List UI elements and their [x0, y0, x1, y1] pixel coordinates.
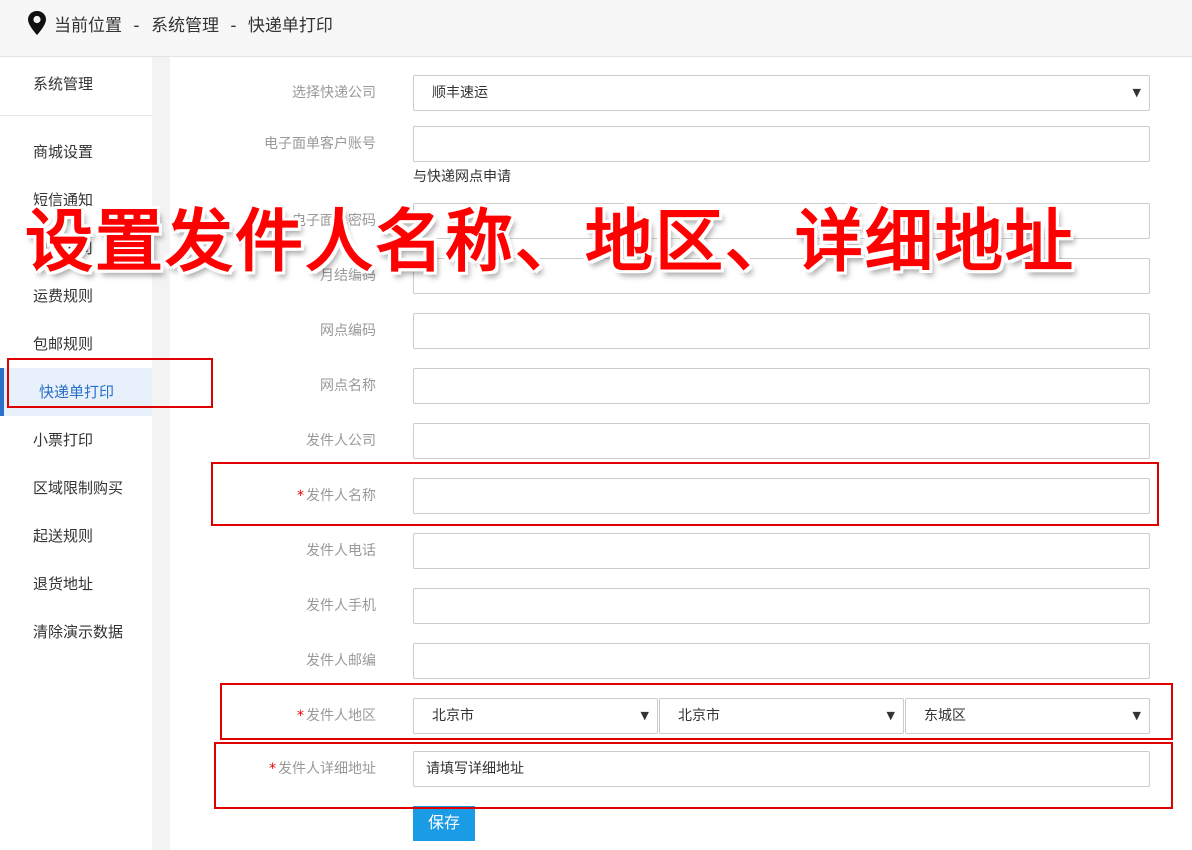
branch-name-input[interactable] — [413, 368, 1150, 404]
sender-phone-input[interactable] — [413, 533, 1150, 569]
sender-company-input[interactable] — [413, 423, 1150, 459]
highlight-box-sender-region — [220, 683, 1173, 740]
breadcrumb-prefix: 当前位置 — [54, 16, 122, 36]
sidebar-item-shop-settings[interactable]: 商城设置 — [0, 128, 152, 176]
sidebar-header: 系统管理 — [0, 57, 152, 116]
highlight-box-sender-name — [211, 462, 1159, 526]
sidebar-item-min-delivery[interactable]: 起送规则 — [0, 512, 152, 560]
sidebar: 系统管理 商城设置 短信通知 物流公司 运费规则 包邮规则 快递单打印 小票打印… — [0, 57, 152, 850]
sender-mobile-label: 发件人手机 — [306, 598, 376, 614]
breadcrumb-separator: - — [133, 16, 140, 36]
branch-code-label: 网点编码 — [320, 323, 376, 339]
breadcrumb-current: 快递单打印 — [247, 16, 333, 36]
sender-zip-input[interactable] — [413, 643, 1150, 679]
highlight-box-sender-address — [214, 742, 1173, 809]
map-pin-icon — [28, 11, 46, 35]
highlight-box-nav — [7, 358, 213, 408]
breadcrumb-separator: - — [230, 16, 237, 36]
sidebar-item-receipt-print[interactable]: 小票打印 — [0, 416, 152, 464]
sender-zip-label: 发件人邮编 — [306, 653, 376, 669]
express-company-label: 选择快递公司 — [292, 85, 376, 101]
express-company-value: 顺丰速运 — [432, 85, 488, 101]
express-company-select[interactable]: 顺丰速运 ▼ — [413, 75, 1150, 111]
branch-code-input[interactable] — [413, 313, 1150, 349]
sender-mobile-input[interactable] — [413, 588, 1150, 624]
sidebar-item-region-limit[interactable]: 区域限制购买 — [0, 464, 152, 512]
branch-name-label: 网点名称 — [320, 378, 376, 394]
sender-phone-label: 发件人电话 — [306, 543, 376, 559]
customer-account-hint: 与快递网点申请 — [413, 169, 511, 185]
customer-account-label: 电子面单客户账号 — [264, 136, 376, 152]
instruction-overlay: 设置发件人名称、地区、详细地址 — [25, 203, 1076, 282]
sidebar-item-return-address[interactable]: 退货地址 — [0, 560, 152, 608]
sidebar-item-clear-demo[interactable]: 清除演示数据 — [0, 608, 152, 656]
caret-down-icon: ▼ — [1132, 86, 1141, 99]
sender-company-label: 发件人公司 — [306, 433, 376, 449]
breadcrumb-system[interactable]: 系统管理 — [151, 16, 219, 36]
breadcrumb: 当前位置 - 系统管理 - 快递单打印 — [54, 11, 333, 36]
customer-account-input[interactable] — [413, 126, 1150, 162]
save-button[interactable]: 保存 — [413, 806, 475, 841]
top-bar: 当前位置 - 系统管理 - 快递单打印 — [0, 0, 1192, 57]
gutter — [152, 57, 170, 850]
